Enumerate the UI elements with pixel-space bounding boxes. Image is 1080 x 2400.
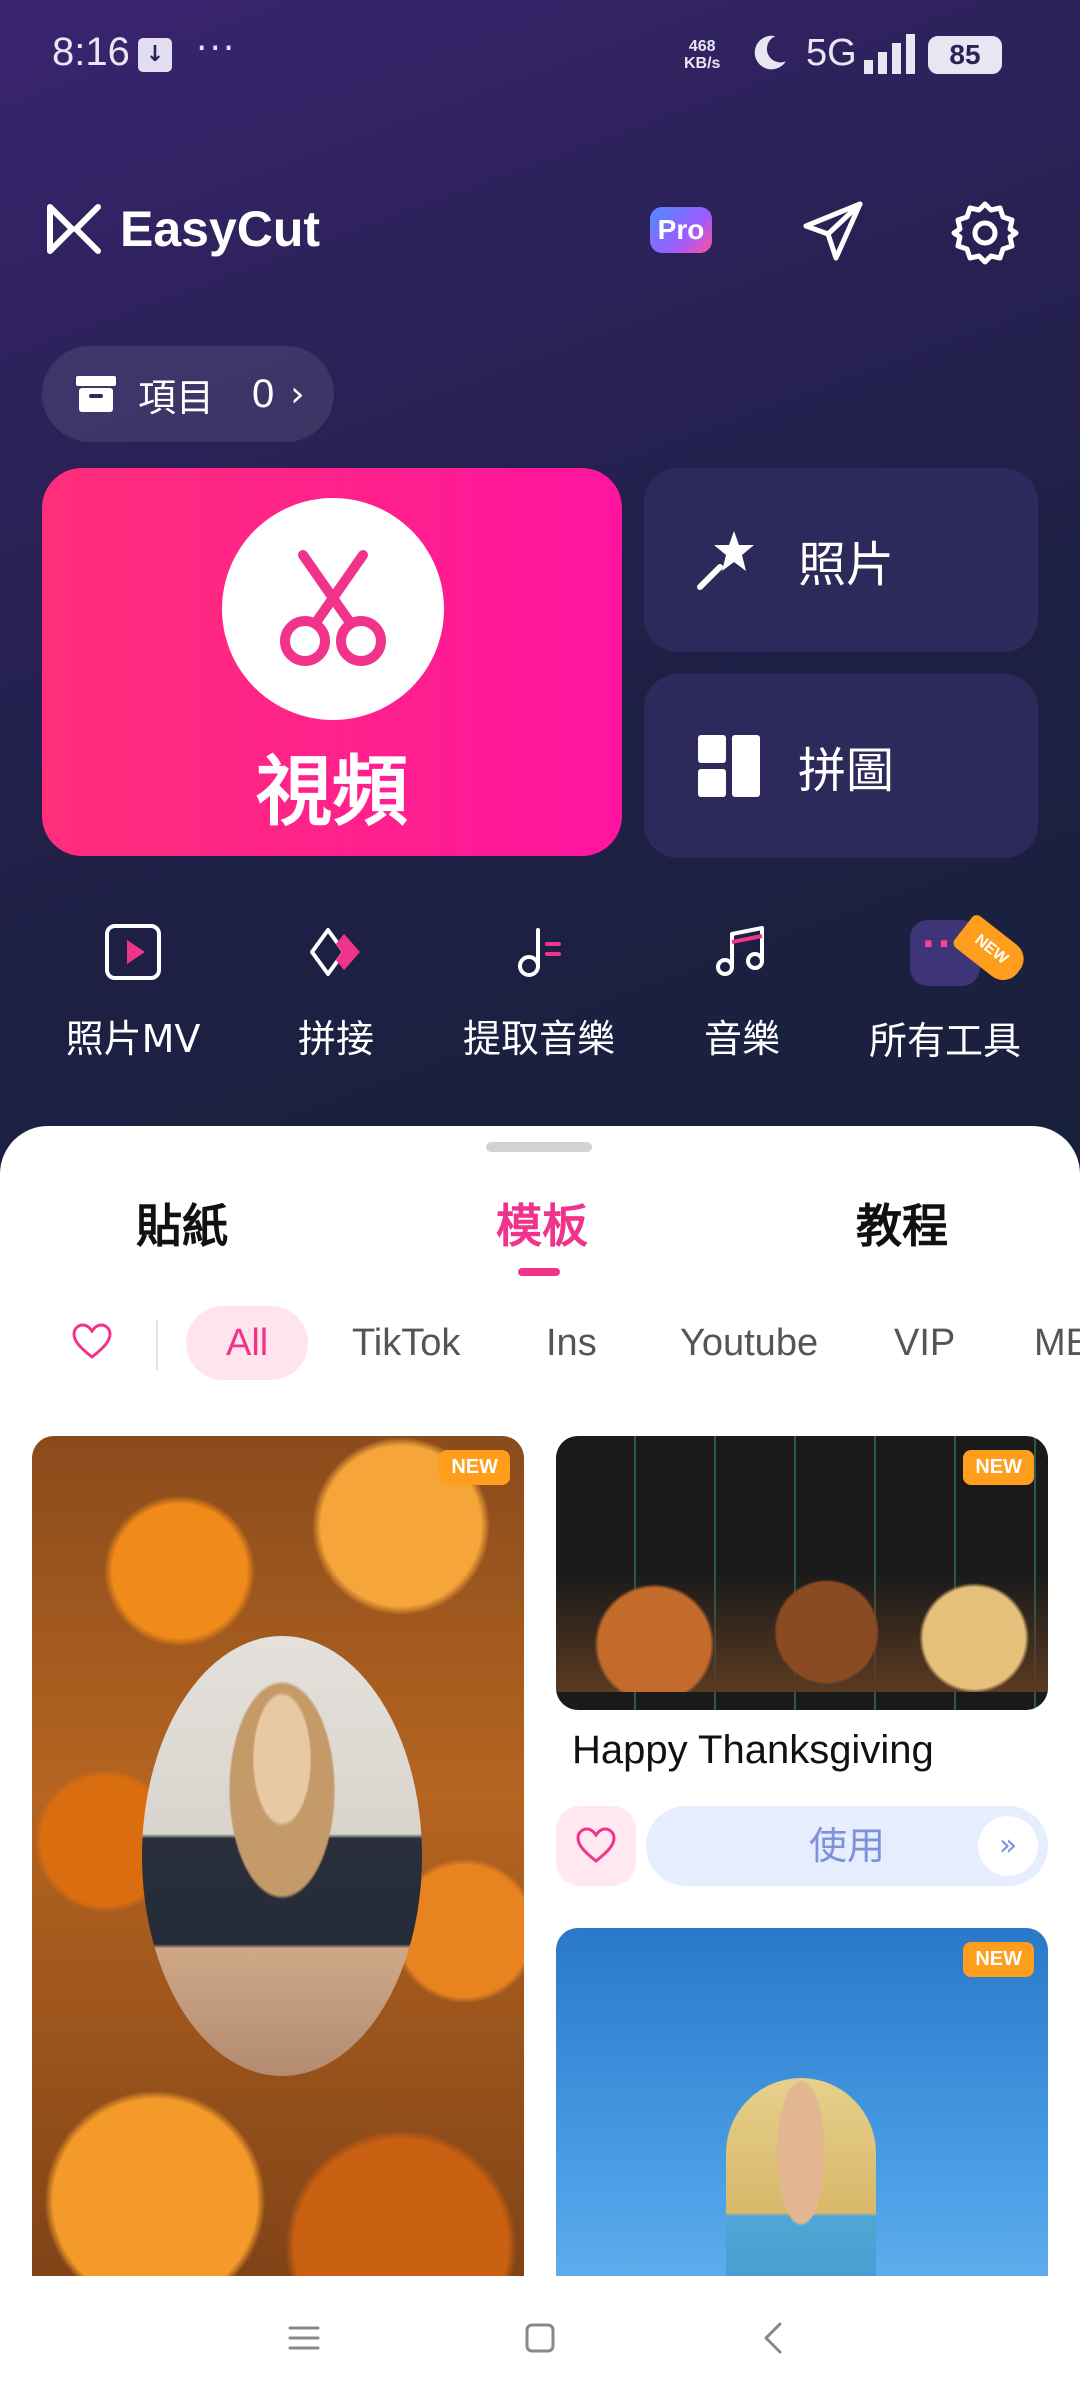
magic-wand-icon (697, 531, 754, 590)
use-template-button[interactable]: 使用 » (646, 1806, 1048, 1886)
chip-vip[interactable]: VIP (894, 1306, 955, 1380)
tool-extract-music[interactable]: 提取音樂 (429, 920, 649, 1063)
scissors-icon (280, 550, 386, 666)
network-speed: 468 KB/s (684, 38, 720, 72)
tools-row: 照片MV 拼接 提取音樂 音樂 ··· 所有工具 (0, 920, 1080, 1070)
template-title: Happy Thanksgiving (572, 1728, 934, 1772)
music-note-icon (716, 926, 764, 976)
template-card-thanksgiving[interactable]: NEW (556, 1436, 1048, 1710)
tool-label: 拼接 (297, 1017, 374, 1061)
app-brand: EasyCut (46, 200, 320, 258)
status-bar: 8:16 ↓ ··· 468 KB/s 5G 85 (0, 0, 1080, 110)
favorite-button[interactable] (556, 1806, 636, 1886)
template-thumbnail (142, 1636, 422, 2076)
status-more: ··· (196, 28, 237, 69)
play-square-icon (105, 924, 161, 980)
speed-unit: KB/s (684, 55, 721, 72)
easycut-logo-icon (47, 204, 101, 254)
system-nav-bar (0, 2276, 1080, 2400)
video-icon-circle (222, 498, 444, 720)
projects-count: 0 (252, 371, 275, 416)
collage-button[interactable]: 拼圖 (644, 674, 1038, 858)
chip-ins[interactable]: Ins (546, 1306, 597, 1380)
download-icon: ↓ (138, 38, 172, 72)
photo-edit-button[interactable]: 照片 (644, 468, 1038, 652)
chevron-right-icon: › (290, 373, 305, 415)
tool-photo-mv[interactable]: 照片MV (23, 920, 243, 1063)
speed-value: 468 (688, 38, 716, 55)
music-extract-icon (518, 928, 561, 977)
gear-icon[interactable] (950, 198, 1020, 268)
new-badge: NEW (963, 1450, 1034, 1485)
video-edit-button[interactable]: 視頻 (42, 468, 622, 856)
network-type: 5G (806, 32, 857, 74)
projects-button[interactable]: 項目 0 › (42, 346, 334, 442)
video-label: 視頻 (256, 747, 408, 836)
battery-indicator: 85 (928, 36, 1002, 74)
back-icon[interactable] (752, 2316, 796, 2360)
active-tab-indicator (518, 1268, 560, 1276)
chip-all[interactable]: All (186, 1306, 309, 1380)
category-chips: All TikTok Ins Youtube VIP ME (0, 1306, 1080, 1386)
tool-merge[interactable]: 拼接 (226, 920, 446, 1063)
collage-label: 拼圖 (798, 743, 895, 799)
send-icon[interactable] (800, 198, 866, 264)
tool-label: 所有工具 (868, 1019, 1021, 1063)
double-chevron-icon: » (978, 1816, 1038, 1876)
tool-music[interactable]: 音樂 (632, 920, 852, 1063)
tool-label: 照片MV (65, 1017, 201, 1061)
template-thumbnail (556, 1572, 1048, 1692)
projects-label: 項目 (138, 375, 215, 420)
template-grid: NEW NEW Happy Thanksgiving 使用 » NEW (0, 1436, 1080, 2348)
chip-tiktok[interactable]: TikTok (352, 1306, 460, 1380)
heart-icon (576, 1827, 616, 1863)
archive-box-icon (76, 376, 116, 412)
chip-youtube[interactable]: Youtube (680, 1306, 818, 1380)
heart-icon[interactable] (72, 1322, 112, 1362)
sheet-drag-handle[interactable] (486, 1142, 592, 1152)
pro-button[interactable]: Pro (650, 207, 712, 253)
app-name: EasyCut (120, 201, 321, 257)
tab-stickers[interactable]: 貼紙 (136, 1190, 228, 1256)
tool-label: 音樂 (703, 1017, 780, 1061)
new-badge: NEW (439, 1450, 510, 1485)
new-badge: NEW (963, 1942, 1034, 1977)
photo-label: 照片 (798, 537, 895, 593)
tool-all-tools[interactable]: ··· 所有工具 (835, 920, 1055, 1065)
tool-label: 提取音樂 (462, 1017, 615, 1061)
moon-icon (754, 35, 786, 70)
chip-me[interactable]: ME (1034, 1306, 1080, 1380)
template-card-autumn[interactable]: NEW (32, 1436, 524, 2336)
status-time: 8:16 (52, 30, 130, 74)
home-square-icon[interactable] (518, 2316, 562, 2360)
collage-grid-icon (698, 735, 760, 797)
merge-icon (310, 928, 360, 976)
tab-templates[interactable]: 模板 (496, 1190, 588, 1256)
chip-divider (156, 1320, 158, 1370)
sheet-tabs: 貼紙 模板 教程 (0, 1190, 1080, 1270)
menu-icon[interactable] (282, 2316, 326, 2360)
signal-icon (864, 34, 915, 74)
tab-tutorials[interactable]: 教程 (856, 1190, 948, 1256)
bottom-sheet: 貼紙 模板 教程 All TikTok Ins Youtube VIP ME N… (0, 1126, 1080, 2400)
